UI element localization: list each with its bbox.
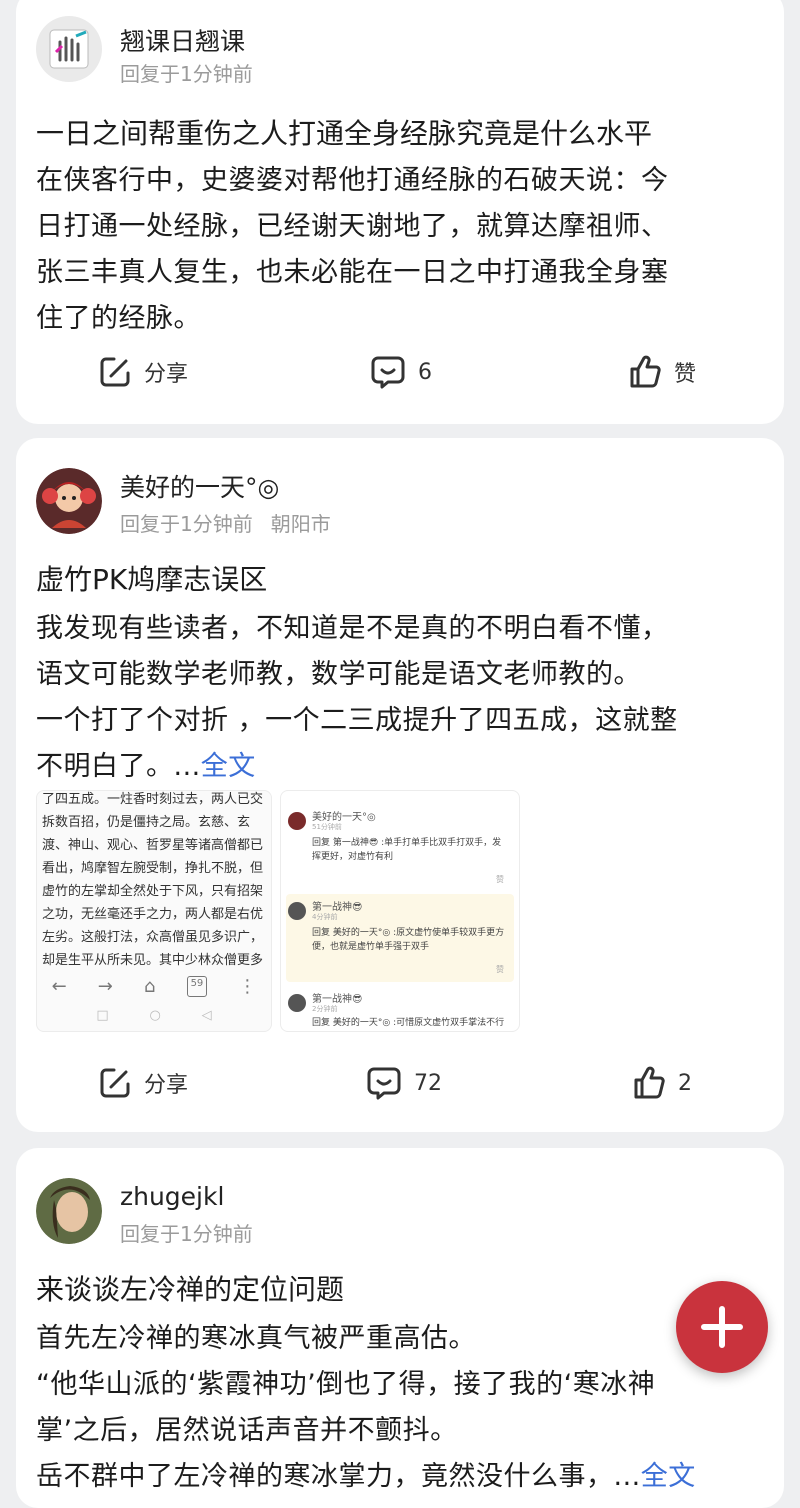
reply-meta: 回复于1分钟前 朝阳市 bbox=[120, 512, 331, 536]
username[interactable]: zhugejkl bbox=[120, 1182, 224, 1211]
username[interactable]: 翘课日翘课 bbox=[120, 22, 245, 58]
post-card[interactable]: 翘课日翘课 回复于1分钟前 一日之间帮重伤之人打通全身经脉究竟是什么水平 在侠客… bbox=[16, 0, 784, 424]
post-title[interactable]: 一日之间帮重伤之人打通全身经脉究竟是什么水平 bbox=[36, 112, 652, 152]
like-button[interactable]: 赞 bbox=[628, 355, 696, 389]
username[interactable]: 美好的一天°◎ bbox=[120, 468, 279, 504]
system-nav-bar: □ ○ ◁ bbox=[96, 1008, 212, 1023]
image-text: 了四五成。一炷香时刻过去，两人已交 拆数百招，仍是僵持之局。玄慈、玄 渡、神山、… bbox=[42, 792, 264, 968]
post-line: 首先左冷禅的寒冰真气被严重高估。 bbox=[36, 1323, 476, 1354]
share-button[interactable]: 分享 bbox=[98, 1066, 188, 1100]
post-title[interactable]: 虚竹PK鸠摩志误区 bbox=[36, 558, 267, 598]
comment-count: 72 bbox=[414, 1070, 442, 1096]
post-line: 岳不群中了左冷禅的寒冰掌力，竟然没什么事，...全文 bbox=[36, 1461, 696, 1492]
avatar bbox=[288, 812, 306, 830]
post-image[interactable]: 美好的一天°◎ 51分钟前 回复 第一战神😎 :单手打单手比双手打双手，发挥更好… bbox=[280, 790, 520, 1032]
avatar[interactable] bbox=[36, 468, 102, 534]
post-line: 日打通一处经脉，已经谢天谢地了，就算达摩祖师、 bbox=[36, 211, 669, 242]
full-text-link[interactable]: 全文 bbox=[201, 751, 256, 782]
post-line: 语文可能数学老师教，数学可能是语文老师教的。 bbox=[36, 659, 641, 690]
plus-icon bbox=[676, 1306, 768, 1377]
like-count: 2 bbox=[678, 1070, 692, 1096]
post-card[interactable]: 美好的一天°◎ 回复于1分钟前 朝阳市 虚竹PK鸠摩志误区 我发现有些读者，不知道… bbox=[16, 438, 784, 1132]
comment-icon bbox=[366, 1066, 402, 1100]
like-label: 赞 bbox=[674, 362, 697, 387]
share-label: 分享 bbox=[144, 362, 189, 387]
share-button[interactable]: 分享 bbox=[98, 355, 188, 389]
post-line: 住了的经脉。 bbox=[36, 303, 201, 334]
comment-item: 第一战神😎 4分钟前 回复 美好的一天°◎ :原文虚竹使单手较双手更方便，也就是… bbox=[286, 894, 514, 982]
browser-nav-bar: ← → ⌂ 59 ⋮ bbox=[51, 976, 257, 997]
location: 朝阳市 bbox=[270, 512, 331, 536]
comment-button[interactable]: 6 bbox=[370, 355, 432, 389]
like-button[interactable]: 2 bbox=[632, 1066, 692, 1100]
share-icon bbox=[98, 355, 132, 389]
comment-count: 6 bbox=[418, 359, 432, 385]
post-line: 掌’之后，居然说话声音并不颤抖。 bbox=[36, 1415, 458, 1446]
thumbs-up-icon bbox=[628, 355, 662, 389]
post-image[interactable]: 了四五成。一炷香时刻过去，两人已交 拆数百招，仍是僵持之局。玄慈、玄 渡、神山、… bbox=[36, 790, 272, 1032]
create-post-button[interactable] bbox=[676, 1281, 768, 1373]
post-line: 在侠客行中，史婆婆对帮他打通经脉的石破天说：今 bbox=[36, 165, 669, 196]
comment-icon bbox=[370, 355, 406, 389]
share-label: 分享 bbox=[144, 1073, 189, 1098]
post-card[interactable]: zhugejkl 回复于1分钟前 来谈谈左冷禅的定位问题 首先左冷禅的寒冰真气被… bbox=[16, 1148, 784, 1508]
reply-meta: 回复于1分钟前 bbox=[120, 62, 253, 86]
avatar bbox=[288, 994, 306, 1012]
comment-button[interactable]: 72 bbox=[366, 1066, 442, 1100]
thumbs-up-icon bbox=[632, 1066, 666, 1100]
post-line: 张三丰真人复生，也未必能在一日之中打通我全身塞 bbox=[36, 257, 669, 288]
post-line: 我发现有些读者，不知道是不是真的不明白看不懂， bbox=[36, 613, 669, 644]
avatar[interactable] bbox=[36, 1178, 102, 1244]
post-line: “他华山派的‘紫霞神功’倒也了得，接了我的‘寒冰神 bbox=[36, 1369, 656, 1400]
comment-item: 第一战神😎 2分钟前 回复 美好的一天°◎ :可惜原文虚竹双手掌法不行 bbox=[286, 986, 514, 1032]
avatar bbox=[288, 902, 306, 920]
avatar[interactable] bbox=[36, 16, 102, 82]
post-title[interactable]: 来谈谈左冷禅的定位问题 bbox=[36, 1268, 344, 1308]
share-icon bbox=[98, 1066, 132, 1100]
post-line: 不明白了。...全文 bbox=[36, 751, 256, 782]
comment-item: 美好的一天°◎ 51分钟前 回复 第一战神😎 :单手打单手比双手打双手，发挥更好… bbox=[286, 804, 514, 892]
post-line: 一个打了个对折 ，一个二三成提升了四五成，这就整 bbox=[36, 705, 678, 736]
full-text-link[interactable]: 全文 bbox=[641, 1461, 696, 1492]
reply-meta: 回复于1分钟前 bbox=[120, 1222, 253, 1246]
